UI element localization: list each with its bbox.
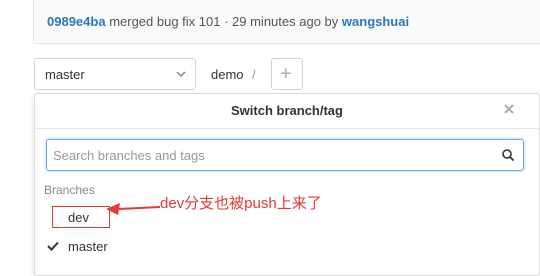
annotation-highlight-box (52, 206, 110, 228)
branches-section-header: Branches (44, 183, 95, 197)
branch-selector-label: master (45, 67, 85, 82)
close-icon[interactable] (503, 103, 515, 115)
plus-icon: + (280, 63, 292, 85)
commit-author-link[interactable]: wangshuai (342, 14, 409, 29)
branch-search-input[interactable] (53, 147, 483, 163)
commit-sha-link[interactable]: 0989e4ba (47, 14, 106, 29)
breadcrumb-separator: / (252, 67, 256, 82)
branch-item-master[interactable]: master (68, 239, 108, 254)
commit-summary: 0989e4ba merged bug fix 101 · 29 minutes… (47, 14, 409, 29)
chevron-down-icon (176, 71, 186, 78)
commit-message: merged bug fix 101 · 29 minutes ago by (109, 14, 339, 29)
breadcrumb-project[interactable]: demo (211, 67, 244, 82)
annotation-text: dev分支也被push上来了 (160, 195, 322, 212)
annotation-arrow (106, 203, 160, 215)
add-file-button[interactable]: + (271, 58, 303, 90)
dropdown-title: Switch branch/tag (231, 103, 343, 118)
branch-search-box[interactable] (46, 139, 524, 171)
checkmark-icon (47, 241, 59, 251)
search-icon (502, 149, 515, 162)
branch-selector[interactable]: master (34, 58, 196, 90)
dropdown-divider (35, 128, 539, 129)
branch-switch-dropdown: Switch branch/tag Branches dev master (34, 93, 540, 276)
last-commit-bar: 0989e4ba merged bug fix 101 · 29 minutes… (33, 0, 540, 44)
